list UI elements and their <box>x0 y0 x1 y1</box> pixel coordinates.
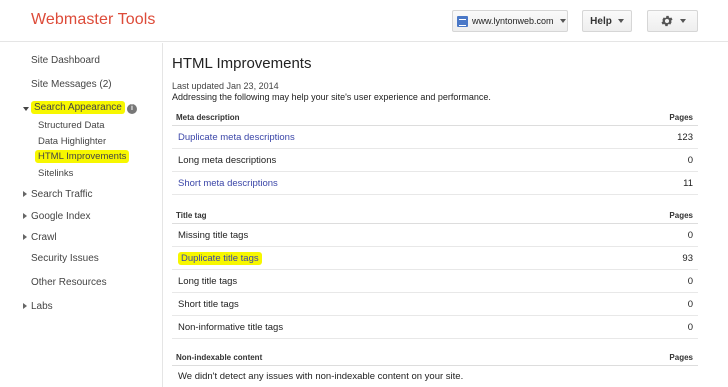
table-row: Short title tags 0 <box>172 293 698 316</box>
section-heading: Meta description <box>176 112 240 122</box>
row-value: 0 <box>687 321 693 333</box>
sidebar-item-html-improvements[interactable]: HTML Improvements <box>35 150 130 163</box>
sidebar-item-labs[interactable]: Labs <box>31 301 53 312</box>
sidebar-item-label: Search Appearance <box>31 101 125 114</box>
table-row: Long title tags 0 <box>172 270 698 293</box>
table-header: Non-indexable content Pages <box>172 349 698 366</box>
row-label: Missing title tags <box>178 229 249 241</box>
expand-down-icon[interactable] <box>23 107 29 111</box>
row-label: Non-informative title tags <box>178 321 284 333</box>
chevron-down-icon <box>679 19 686 23</box>
section-heading: Title tag <box>176 210 207 220</box>
row-value: 93 <box>682 252 693 264</box>
row-label: Long title tags <box>178 275 238 287</box>
site-selector[interactable]: www.lyntonweb.com <box>452 10 568 32</box>
chevron-down-icon <box>559 19 566 23</box>
site-favicon-icon <box>457 15 468 27</box>
sidebar-item-sitelinks[interactable]: Sitelinks <box>38 168 73 179</box>
table-row[interactable]: Short meta descriptions 11 <box>172 172 698 195</box>
duplicate-title-tags-link[interactable]: Duplicate title tags <box>178 251 262 265</box>
row-value: 123 <box>677 131 693 143</box>
sidebar-item-data-highlighter[interactable]: Data Highlighter <box>38 136 106 147</box>
top-header: Webmaster Tools www.lyntonweb.com Help <box>0 0 728 42</box>
non-indexable-content-table: Non-indexable content Pages We didn't de… <box>172 349 698 386</box>
table-row: Missing title tags 0 <box>172 224 698 247</box>
row-value: 0 <box>687 298 693 310</box>
column-header-pages: Pages <box>669 112 693 122</box>
no-issues-note: We didn't detect any issues with non-ind… <box>178 370 464 382</box>
row-value: 0 <box>687 275 693 287</box>
sidebar-item-google-index[interactable]: Google Index <box>31 211 91 222</box>
expand-right-icon[interactable] <box>23 303 27 309</box>
site-selector-label: www.lyntonweb.com <box>472 16 554 26</box>
sidebar-item-search-traffic[interactable]: Search Traffic <box>31 189 93 200</box>
sidebar: Site Dashboard Site Messages (2) Search … <box>0 43 163 387</box>
sidebar-item-search-appearance[interactable]: Search Appearance <box>31 101 125 114</box>
intro-text: Addressing the following may help your s… <box>172 92 491 102</box>
table-row: Non-informative title tags 0 <box>172 316 698 339</box>
table-row[interactable]: Duplicate meta descriptions 123 <box>172 126 698 149</box>
sidebar-item-crawl[interactable]: Crawl <box>31 232 57 243</box>
title-tag-table: Title tag Pages Missing title tags 0 Dup… <box>172 207 698 339</box>
row-value: 0 <box>687 229 693 241</box>
table-header: Meta description Pages <box>172 109 698 126</box>
info-icon[interactable]: i <box>127 104 137 114</box>
table-header: Title tag Pages <box>172 207 698 224</box>
page-title: HTML Improvements <box>172 55 312 72</box>
help-button-label: Help <box>590 15 612 27</box>
table-row: Long meta descriptions 0 <box>172 149 698 172</box>
row-label: Long meta descriptions <box>178 154 277 166</box>
meta-description-table: Meta description Pages Duplicate meta de… <box>172 109 698 195</box>
table-row[interactable]: Duplicate title tags 93 <box>172 247 698 270</box>
settings-button[interactable] <box>647 10 698 32</box>
gear-icon <box>660 15 673 27</box>
sidebar-item-site-dashboard[interactable]: Site Dashboard <box>31 55 100 66</box>
short-meta-descriptions-link[interactable]: Short meta descriptions <box>178 178 278 189</box>
column-header-pages: Pages <box>669 210 693 220</box>
expand-right-icon[interactable] <box>23 234 27 240</box>
app-logo[interactable]: Webmaster Tools <box>31 11 156 29</box>
sidebar-item-label: HTML Improvements <box>35 150 130 163</box>
last-updated-text: Last updated Jan 23, 2014 <box>172 81 279 91</box>
section-heading: Non-indexable content <box>176 352 263 362</box>
row-value: 0 <box>687 154 693 166</box>
row-label: Short title tags <box>178 298 239 310</box>
chevron-down-icon <box>617 19 624 23</box>
sidebar-item-security-issues[interactable]: Security Issues <box>31 253 99 264</box>
sidebar-item-other-resources[interactable]: Other Resources <box>31 277 107 288</box>
row-value: 11 <box>683 177 693 189</box>
sidebar-item-site-messages[interactable]: Site Messages (2) <box>31 79 112 90</box>
help-button[interactable]: Help <box>582 10 632 32</box>
expand-right-icon[interactable] <box>23 213 27 219</box>
column-header-pages: Pages <box>669 352 693 362</box>
sidebar-item-structured-data[interactable]: Structured Data <box>38 120 105 131</box>
duplicate-meta-descriptions-link[interactable]: Duplicate meta descriptions <box>178 132 295 143</box>
expand-right-icon[interactable] <box>23 191 27 197</box>
